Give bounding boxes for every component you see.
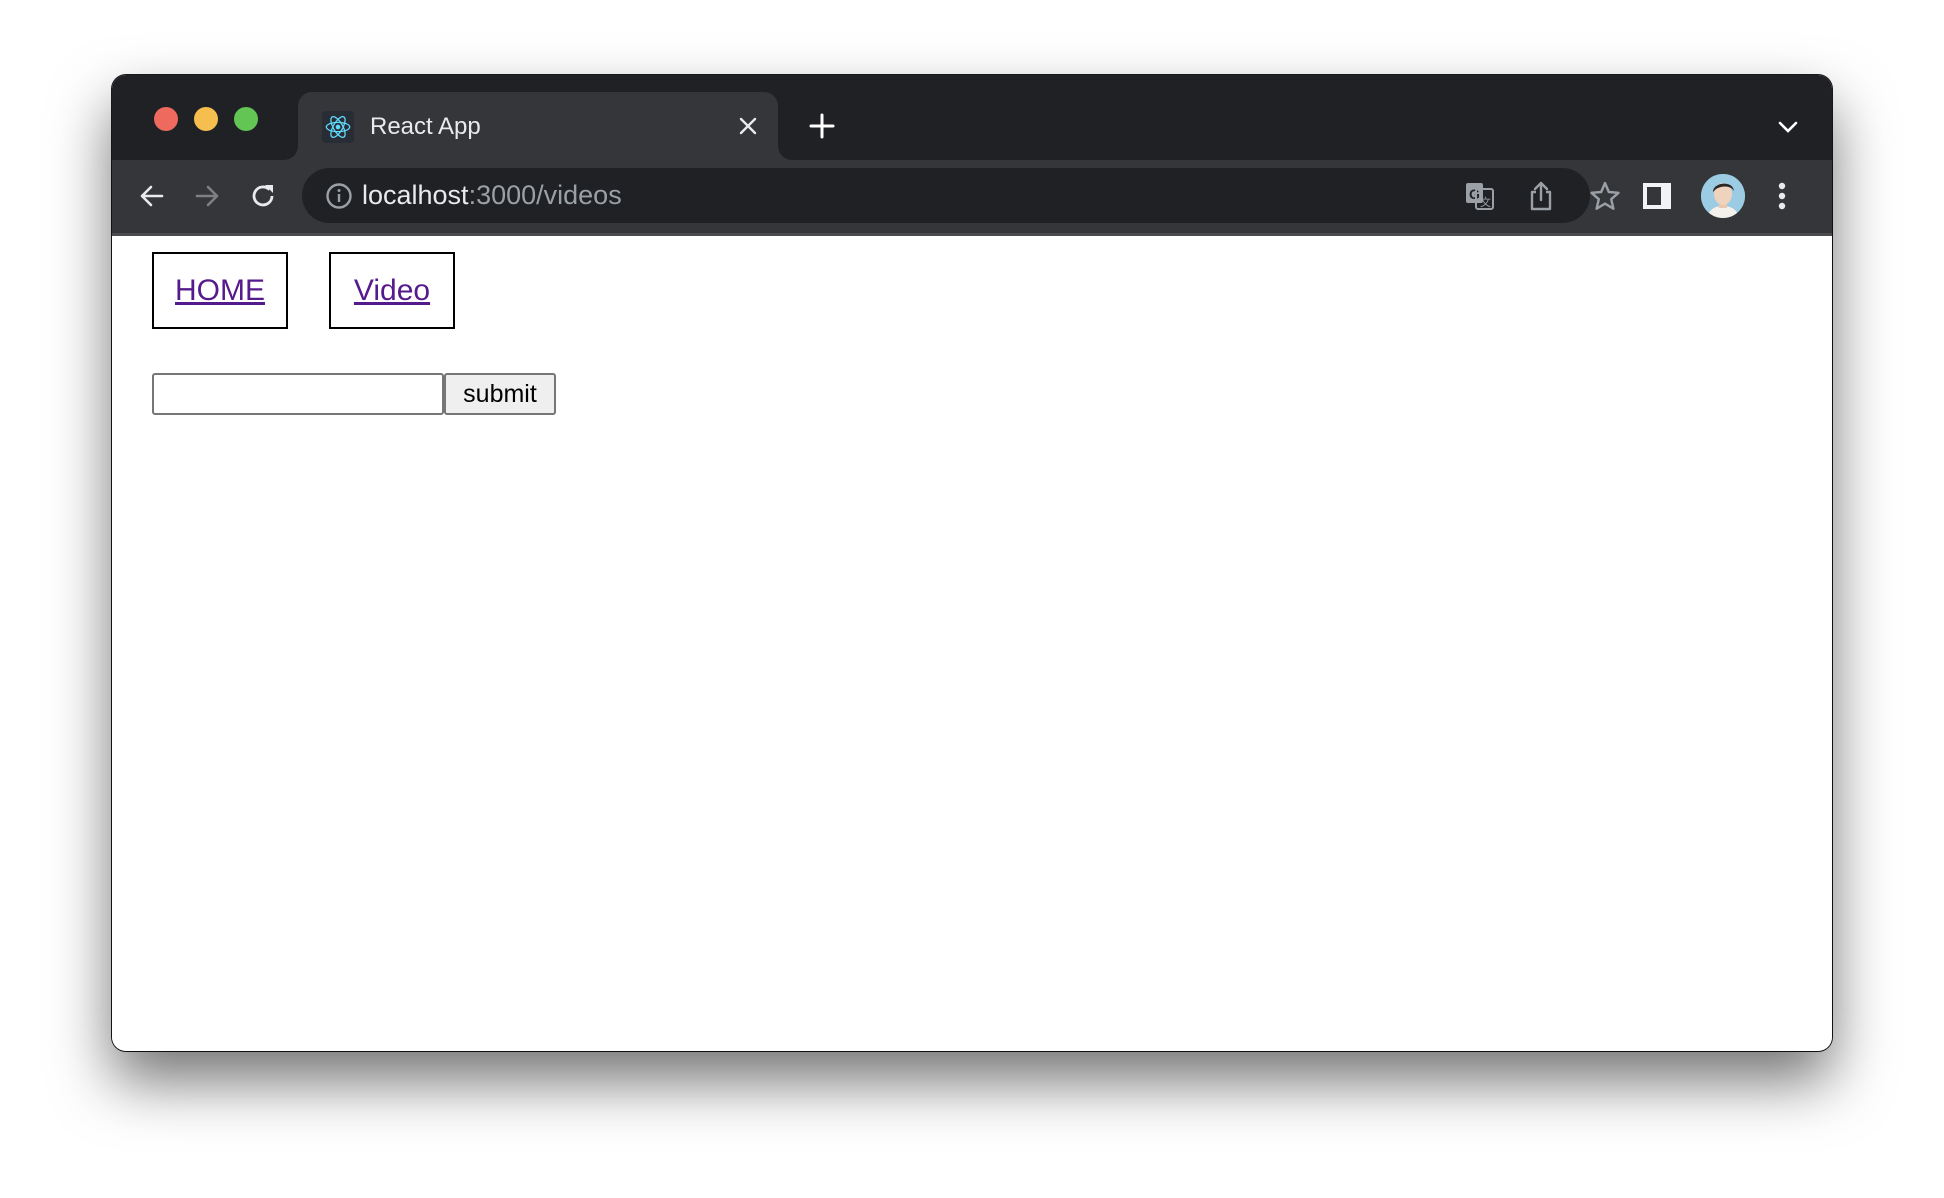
- address-bar[interactable]: localhost:3000/videos G文: [302, 168, 1620, 223]
- home-link[interactable]: HOME: [175, 273, 265, 309]
- tab-strip: React App: [112, 75, 1832, 160]
- maximize-window-button[interactable]: [234, 107, 258, 131]
- share-icon[interactable]: [1524, 179, 1558, 213]
- star-icon[interactable]: [1588, 179, 1622, 213]
- translate-icon[interactable]: G文: [1463, 179, 1497, 213]
- react-logo-icon: [322, 111, 354, 143]
- tab-title: React App: [370, 113, 481, 140]
- tab-react-app[interactable]: React App: [298, 92, 778, 160]
- browser-toolbar: localhost:3000/videos G文: [112, 160, 1832, 236]
- info-icon[interactable]: [324, 181, 354, 211]
- profile-avatar[interactable]: [1701, 174, 1745, 218]
- url-path: :3000/videos: [468, 180, 622, 210]
- close-icon[interactable]: [732, 110, 764, 142]
- nav-item-video: Video: [329, 252, 455, 329]
- video-link[interactable]: Video: [354, 273, 430, 309]
- page-content: HOME Video submit: [112, 236, 1832, 1051]
- plus-icon[interactable]: [804, 108, 840, 144]
- arrow-left-icon[interactable]: [132, 176, 172, 216]
- close-window-button[interactable]: [154, 107, 178, 131]
- reload-icon[interactable]: [243, 176, 283, 216]
- arrow-right-icon[interactable]: [187, 176, 227, 216]
- nav-item-home: HOME: [152, 252, 288, 329]
- chevron-down-icon[interactable]: [1772, 111, 1804, 143]
- svg-text:文: 文: [1480, 195, 1491, 209]
- url-text[interactable]: localhost:3000/videos: [362, 179, 622, 212]
- minimize-window-button[interactable]: [194, 107, 218, 131]
- search-input[interactable]: [152, 373, 444, 415]
- browser-window: React App localhost:3000/videos G 文 HOME…: [112, 75, 1832, 1051]
- side-panel-icon[interactable]: [1637, 176, 1677, 216]
- submit-button[interactable]: submit: [444, 373, 556, 415]
- url-host: localhost: [362, 180, 469, 210]
- more-vertical-icon[interactable]: [1762, 176, 1802, 216]
